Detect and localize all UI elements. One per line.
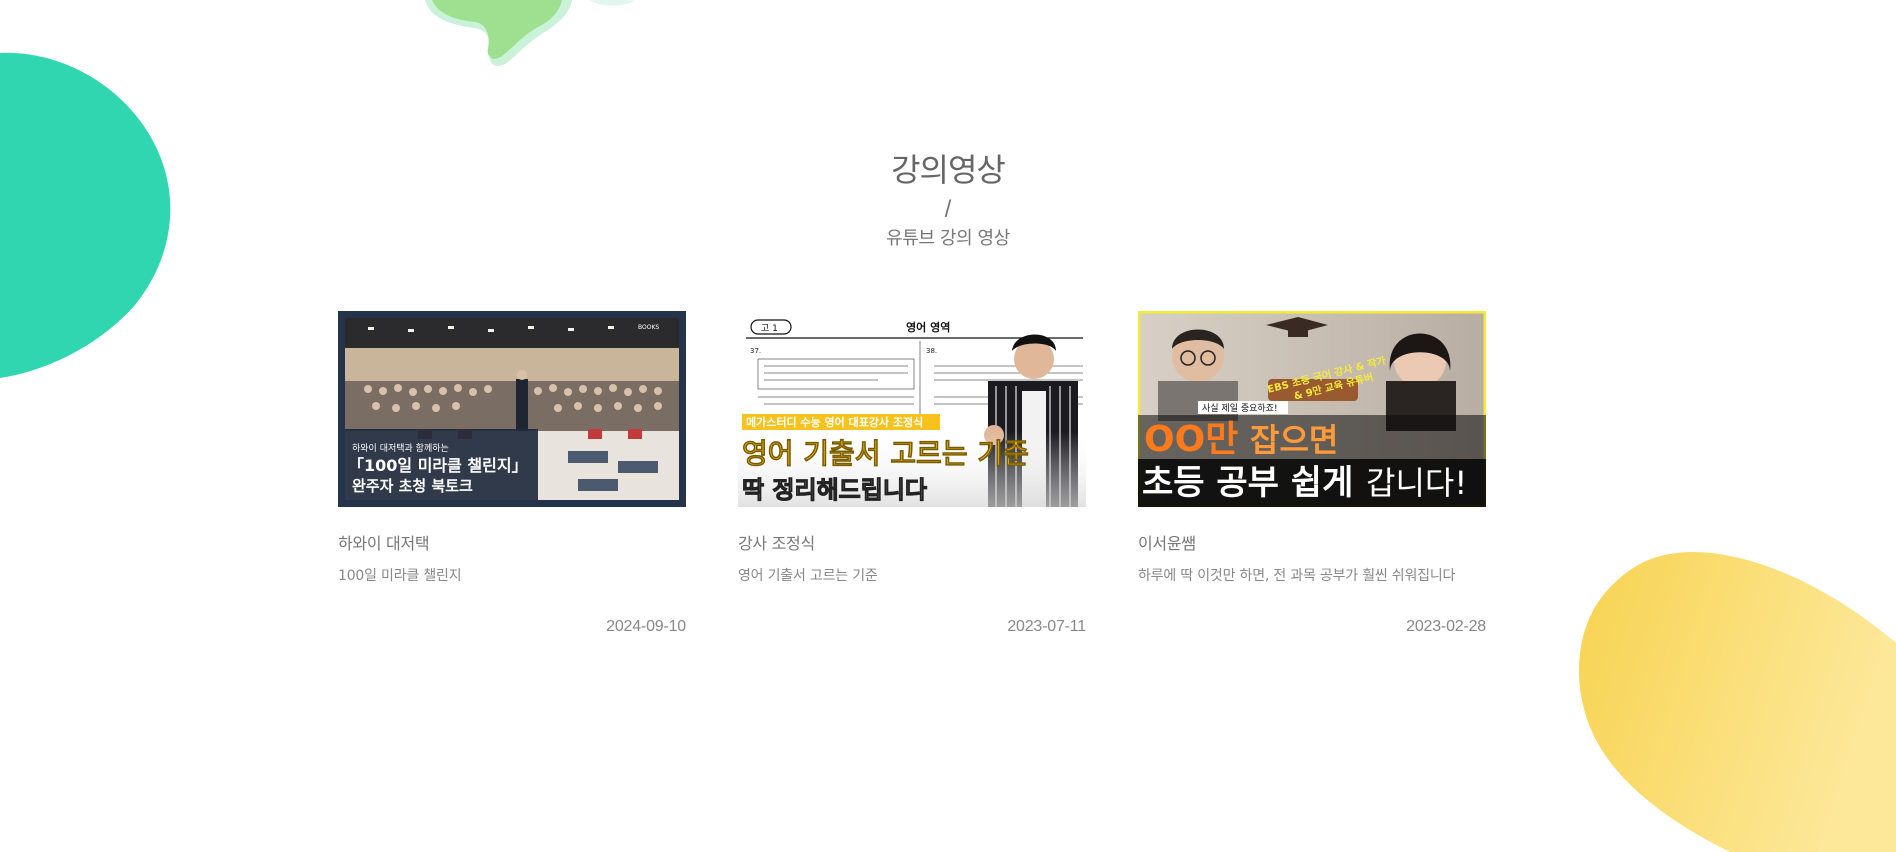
thumbnail-image-bookclub: BOOKS 하와이 대저택과 함께하는 「100일 미라클 챌린지」 완주자 초… <box>338 311 686 507</box>
thumbnail-caption: 메가스터디 수능 영어 대표강사 조정식 <box>746 415 923 429</box>
video-description: 영어 기출서 고르는 기준 <box>738 568 878 584</box>
video-date: 2024-09-10 <box>606 618 686 635</box>
video-card[interactable]: BOOKS 하와이 대저택과 함께하는 「100일 미라클 챌린지」 완주자 초… <box>338 311 686 635</box>
section-title: 강의영상 <box>891 151 1006 189</box>
thumbnail-question-38: 38. <box>926 347 937 355</box>
thumbnail-main-text: 영어 기출서 고르는 기준 <box>742 437 1029 470</box>
yellow-blob-decoration <box>1578 551 1896 852</box>
thumbnail-big-line1: 잡으면 <box>1250 421 1338 459</box>
video-title[interactable]: 하와이 대저택 <box>338 536 686 552</box>
video-title[interactable]: 강사 조정식 <box>738 536 1086 552</box>
video-description: 하루에 딱 이것만 하면, 전 과목 공부가 훨씬 쉬워집니다 <box>1138 568 1456 584</box>
video-description: 100일 미라클 챌린지 <box>338 568 462 584</box>
thumbnail-image-english: 고 1 영어 영역 37. 38. 메가스터디 수능 영어 대표강사 조정식 영… <box>738 311 1086 507</box>
video-thumbnail[interactable]: 고 1 영어 영역 37. 38. 메가스터디 수능 영어 대표강사 조정식 영… <box>738 311 1086 507</box>
green-blob-decoration <box>425 0 634 66</box>
video-date: 2023-07-11 <box>1007 618 1086 635</box>
thumbnail-line3: 완주자 초청 북토크 <box>352 477 473 495</box>
video-card[interactable]: 고 1 영어 영역 37. 38. 메가스터디 수능 영어 대표강사 조정식 영… <box>738 311 1086 635</box>
section-header: 강의영상 / 유튜브 강의 영상 <box>0 154 1896 248</box>
thumbnail-image-study: EBS 초등 국어 강사 & 작가 & 9만 교육 유튜버 사실 제일 중요하죠… <box>1138 311 1486 507</box>
thumbnail-sub-text: 딱 정리해드립니다 <box>742 476 927 504</box>
section-subtitle: 유튜브 강의 영상 <box>886 228 1010 249</box>
thumbnail-line2: 「100일 미라클 챌린지」 <box>348 456 528 475</box>
thumbnail-big-tail: 갑니다! <box>1366 464 1467 502</box>
thumbnail-big-line2: 초등 공부 쉽게 <box>1142 463 1353 503</box>
thumbnail-big-orange: OO만 <box>1144 419 1238 460</box>
thumbnail-grade: 고 1 <box>761 324 778 334</box>
thumbnail-small-text: 사실 제일 중요하죠! <box>1202 403 1278 414</box>
thumbnail-question-37: 37. <box>750 347 761 355</box>
video-thumbnail[interactable]: BOOKS 하와이 대저택과 함께하는 「100일 미라클 챌린지」 완주자 초… <box>338 311 686 507</box>
video-date: 2023-02-28 <box>1406 618 1486 635</box>
thumbnail-brand-text: BOOKS <box>638 324 659 331</box>
thumbnail-line1: 하와이 대저택과 함께하는 <box>352 442 449 454</box>
video-card-list: BOOKS 하와이 대저택과 함께하는 「100일 미라클 챌린지」 완주자 초… <box>338 311 1486 635</box>
video-thumbnail[interactable]: EBS 초등 국어 강사 & 작가 & 9만 교육 유튜버 사실 제일 중요하죠… <box>1138 311 1486 507</box>
video-title[interactable]: 이서윤쌤 <box>1138 536 1486 552</box>
section-divider: / <box>944 196 952 223</box>
thumbnail-heading: 영어 영역 <box>906 320 950 334</box>
video-card[interactable]: EBS 초등 국어 강사 & 작가 & 9만 교육 유튜버 사실 제일 중요하죠… <box>1138 311 1486 635</box>
